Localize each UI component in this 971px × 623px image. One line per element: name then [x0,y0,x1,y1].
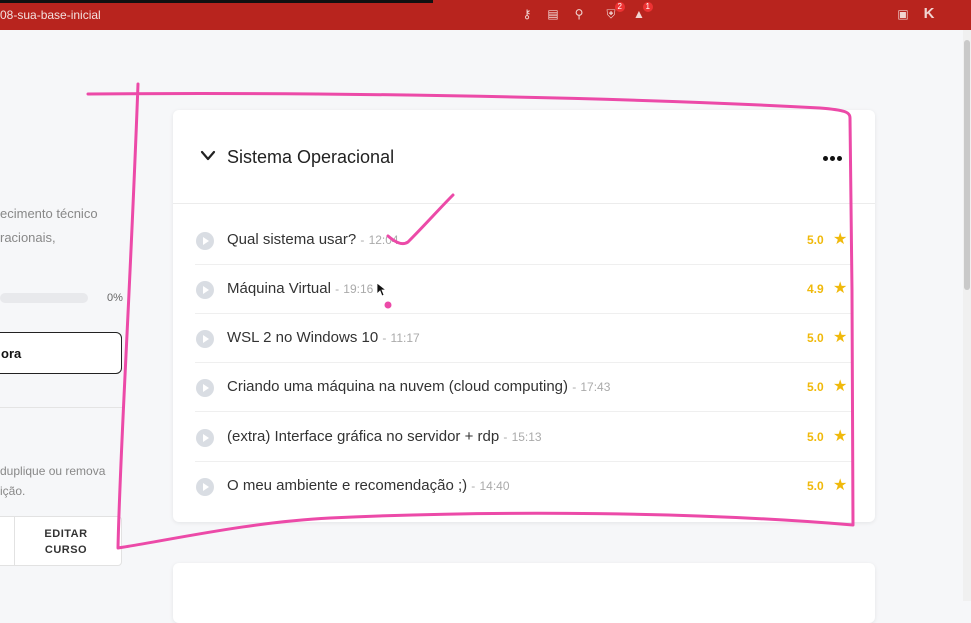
lesson-duration: 17:43 [580,380,611,394]
play-icon[interactable] [196,281,214,299]
lesson-duration: 14:40 [479,479,510,493]
lesson-separator: - [335,282,340,296]
divider [0,407,125,408]
star-icon: ★ [833,428,848,445]
next-module-card[interactable] [173,563,875,623]
rewards-badge: 1 [642,2,653,12]
play-icon[interactable] [196,232,214,250]
edit-hint: duplique ou remova [0,464,106,478]
continue-button-label: ora [1,346,22,361]
brave-shield-icon[interactable]: ⛨ 2 [603,2,625,22]
lesson-rating: 5.0 [807,380,824,394]
lesson-row[interactable]: O meu ambiente e recomendação ;) - 14:40… [173,462,875,511]
lesson-title-group[interactable]: Criando uma máquina na nuvem (cloud comp… [227,378,610,395]
extension-icon[interactable]: K [921,6,937,22]
course-progress-label: 0% [107,292,123,304]
lesson-separator: - [503,430,508,444]
shield-badge: 2 [614,2,625,12]
scrollbar-thumb[interactable] [964,40,970,290]
course-progress-bar [0,293,88,303]
lesson-title: O meu ambiente e recomendação ;) [227,477,468,494]
lesson-row[interactable]: Qual sistema usar? - 12:04 5.0 ★ [173,216,875,265]
lesson-rating: 5.0 [807,430,824,444]
lesson-title-group[interactable]: O meu ambiente e recomendação ;) - 14:40 [227,477,510,494]
lesson-separator: - [471,479,476,493]
lesson-separator: - [360,233,365,247]
play-icon[interactable] [196,379,214,397]
play-icon[interactable] [196,429,214,447]
course-description-2: racionais, [0,230,56,245]
more-options-icon[interactable] [823,150,851,164]
lesson-duration: 11:17 [390,331,420,345]
edit-course-label-2: CURSO [44,544,88,556]
lesson-title: Criando uma máquina na nuvem (cloud comp… [227,378,569,395]
module-header[interactable]: Sistema Operacional [173,110,875,204]
edit-course-label-1: EDITAR [44,528,88,540]
lesson-rating: 4.9 [807,282,824,296]
lesson-title-group[interactable]: (extra) Interface gráfica no servidor + … [227,428,542,445]
star-icon: ★ [833,231,848,248]
wallet-icon[interactable]: ▣ [895,6,911,22]
lesson-title-group[interactable]: WSL 2 no Windows 10 - 11:17 [227,329,420,346]
lesson-separator: - [572,380,577,394]
translate-icon[interactable]: ▤ [545,6,561,22]
zoom-icon[interactable]: ⚲ [571,6,587,22]
module-title: Sistema Operacional [227,147,395,167]
lesson-row[interactable]: WSL 2 no Windows 10 - 11:17 5.0 ★ [173,314,875,363]
lesson-title: (extra) Interface gráfica no servidor + … [227,428,500,445]
lesson-title: WSL 2 no Windows 10 [227,329,379,346]
course-description: ecimento técnico [0,206,98,221]
lesson-row[interactable]: Máquina Virtual - 19:16 4.9 ★ [173,265,875,314]
chevron-down-icon[interactable] [200,150,216,162]
lesson-rating: 5.0 [807,331,824,345]
row-divider [195,411,853,412]
lesson-row[interactable]: (extra) Interface gráfica no servidor + … [173,413,875,462]
lesson-rating: 5.0 [807,233,824,247]
tab-strip-edge [0,0,433,3]
play-icon[interactable] [196,330,214,348]
lesson-separator: - [382,331,387,345]
continue-button[interactable]: ora [0,332,122,374]
star-icon: ★ [833,477,848,494]
divider [14,517,15,565]
page-scrollbar[interactable] [963,30,971,601]
course-actions: EDITAR CURSO [0,516,122,566]
module-card: Sistema Operacional Qual sistema usar? -… [173,110,875,522]
star-icon: ★ [833,280,848,297]
star-icon: ★ [833,329,848,346]
rewards-icon[interactable]: ▲ 1 [631,2,653,22]
lesson-title: Qual sistema usar? [227,231,357,248]
lesson-duration: 12:04 [368,233,399,247]
lesson-title-group[interactable]: Máquina Virtual - 19:16 [227,280,373,297]
star-icon: ★ [833,378,848,395]
lesson-duration: 15:13 [511,430,542,444]
lesson-title-group[interactable]: Qual sistema usar? - 12:04 [227,231,399,248]
lesson-title: Máquina Virtual [227,280,331,297]
edit-course-button[interactable]: EDITAR CURSO [41,526,91,558]
edit-hint-2: ição. [0,484,26,498]
lesson-duration: 19:16 [343,282,374,296]
key-icon[interactable]: ⚷ [519,6,535,22]
browser-toolbar: 08-sua-base-inicial ⚷ ▤ ⚲ ⛨ 2 ▲ 1 ▣ K [0,0,971,30]
mouse-cursor-icon [377,283,387,297]
play-icon[interactable] [196,478,214,496]
lesson-rating: 5.0 [807,479,824,493]
address-bar-text[interactable]: 08-sua-base-inicial [0,8,101,22]
lesson-row[interactable]: Criando uma máquina na nuvem (cloud comp… [173,363,875,412]
